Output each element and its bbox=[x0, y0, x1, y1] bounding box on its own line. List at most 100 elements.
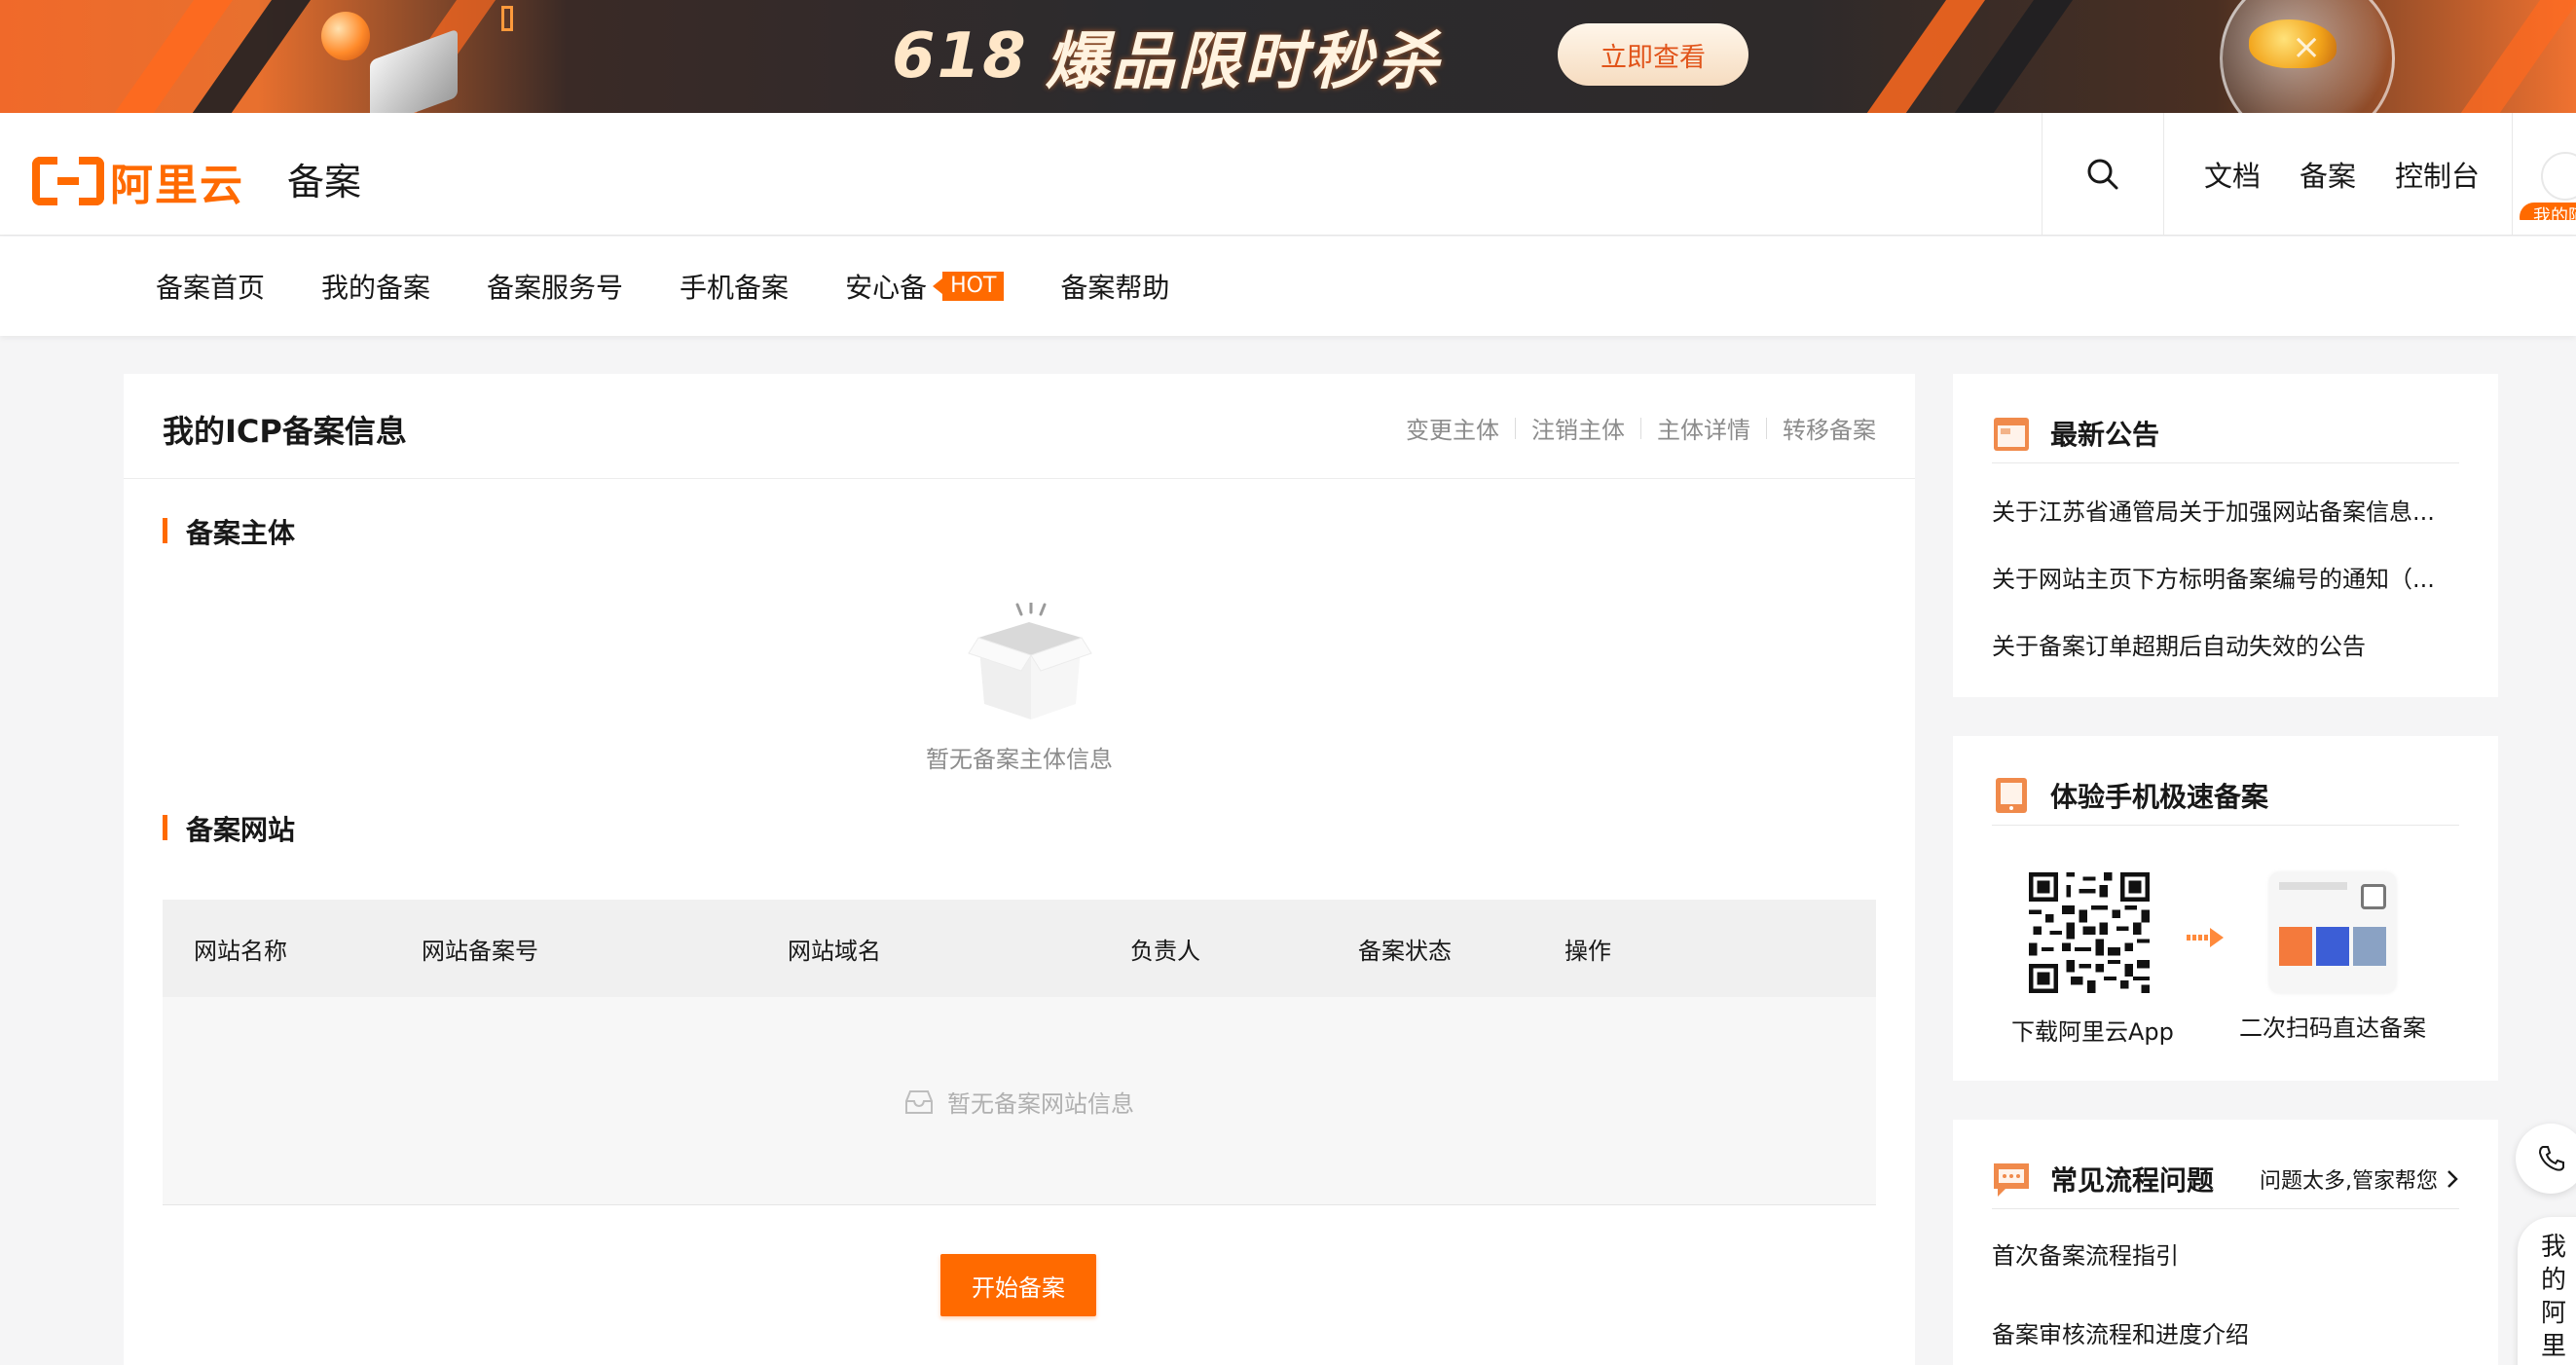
divider bbox=[1640, 417, 1641, 439]
announcement-item[interactable]: 关于江苏省通管局关于加强网站备案信息... bbox=[1992, 493, 2459, 527]
table-body: 暂无备案网站信息 bbox=[163, 997, 1876, 1205]
logo-mark-icon bbox=[32, 157, 104, 205]
promo-cta-button[interactable]: 立即查看 bbox=[1558, 23, 1748, 86]
col-owner: 负责人 bbox=[1130, 937, 1200, 965]
phone-screenshot bbox=[2269, 872, 2396, 993]
help-link[interactable]: 问题太多,管家帮您 bbox=[2260, 1163, 2459, 1195]
announcements-header: 最新公告 bbox=[1992, 403, 2459, 463]
promo-banner[interactable]: 618 爆品限时秒杀 立即查看 × bbox=[0, 0, 2576, 113]
arrow-right-icon bbox=[2187, 928, 2224, 947]
subject-empty-text: 暂无备案主体信息 bbox=[926, 746, 1113, 773]
mobile-beian-title: 体验手机极速备案 bbox=[2050, 780, 2269, 813]
card-title: 我的ICP备案信息 bbox=[163, 413, 407, 450]
table-empty-state: 暂无备案网站信息 bbox=[163, 1085, 1876, 1119]
top-link-console[interactable]: 控制台 bbox=[2395, 154, 2480, 195]
inbox-icon bbox=[905, 1089, 933, 1114]
chat-icon bbox=[1994, 1162, 2029, 1197]
banner-cube-decoration bbox=[370, 28, 458, 113]
phone-card-icon bbox=[1996, 777, 2027, 813]
avatar bbox=[2541, 152, 2576, 201]
col-status: 备案状态 bbox=[1358, 937, 1452, 965]
divider bbox=[1515, 417, 1516, 439]
table-header: 网站名称 网站备案号 网站域名 负责人 备案状态 操作 bbox=[163, 900, 1876, 997]
logo-text: 阿里云 bbox=[110, 161, 244, 210]
search-icon bbox=[2087, 159, 2118, 190]
site-title[interactable]: 备案 bbox=[287, 152, 361, 205]
change-subject-link[interactable]: 变更主体 bbox=[1406, 411, 1499, 445]
top-header: 阿里云 备案 文档 备案 控制台 我的阿 bbox=[0, 113, 2576, 236]
nav-item-label: 手机备案 bbox=[680, 272, 790, 304]
app-download-qr[interactable]: 下载阿里云App bbox=[2011, 872, 2174, 1047]
col-beian-number: 网站备案号 bbox=[422, 937, 538, 965]
banner-close-icon[interactable]: × bbox=[2292, 27, 2321, 67]
faq-item[interactable]: 首次备案流程指引 bbox=[1992, 1236, 2459, 1271]
scan-icon bbox=[2361, 884, 2386, 909]
nav-item-service-number[interactable]: 备案服务号 bbox=[487, 267, 623, 306]
section-title-subject: 备案主体 bbox=[163, 512, 295, 551]
nav-item-label: 我的备案 bbox=[321, 272, 431, 304]
header-divider bbox=[2512, 113, 2513, 236]
sites-table: 网站名称 网站备案号 网站域名 负责人 备案状态 操作 暂无备案网站信息 bbox=[163, 900, 1876, 1205]
announcement-item[interactable]: 关于网站主页下方标明备案编号的通知（... bbox=[1992, 560, 2459, 594]
avatar-badge: 我的阿 bbox=[2520, 203, 2576, 220]
nav-item-home[interactable]: 备案首页 bbox=[156, 267, 265, 306]
faq-card: 常见流程问题 问题太多,管家帮您 首次备案流程指引 备案审核流程和进度介绍 bbox=[1953, 1120, 2498, 1365]
aliyun-logo[interactable]: 阿里云 bbox=[32, 150, 244, 212]
contact-phone-button[interactable] bbox=[2516, 1124, 2576, 1194]
nav-item-label: 安心备 bbox=[845, 272, 928, 304]
card-actions: 变更主体 注销主体 主体详情 转移备案 bbox=[1406, 411, 1876, 445]
banner-ball-decoration bbox=[321, 12, 370, 60]
chevron-right-icon bbox=[2447, 1169, 2458, 1188]
faq-list: 首次备案流程指引 备案审核流程和进度介绍 bbox=[1992, 1236, 2459, 1349]
qr-label: 下载阿里云App bbox=[2011, 1018, 2174, 1046]
card-header: 我的ICP备案信息 变更主体 注销主体 主体详情 转移备案 bbox=[124, 374, 1915, 479]
section-title-sites: 备案网站 bbox=[163, 809, 295, 848]
empty-box-icon bbox=[968, 603, 1092, 719]
subject-detail-link[interactable]: 主体详情 bbox=[1657, 411, 1750, 445]
announcements-title: 最新公告 bbox=[2050, 418, 2160, 451]
phone-label: 二次扫码直达备案 bbox=[2239, 1015, 2426, 1042]
announcements-list: 关于江苏省通管局关于加强网站备案信息... 关于网站主页下方标明备案编号的通知（… bbox=[1992, 493, 2459, 661]
beian-subnav: 备案首页 我的备案 备案服务号 手机备案 安心备 HOT 备案帮助 bbox=[0, 237, 2576, 336]
promo-number: 618 bbox=[892, 20, 1028, 92]
top-link-beian[interactable]: 备案 bbox=[2300, 154, 2356, 195]
announcement-item[interactable]: 关于备案订单超期后自动失效的公告 bbox=[1992, 627, 2459, 661]
phone-icon bbox=[2538, 1146, 2564, 1171]
mobile-beian-card: 体验手机极速备案 下载阿里云App 二次扫码直达备案 bbox=[1953, 736, 2498, 1081]
faq-title: 常见流程问题 bbox=[2050, 1163, 2215, 1197]
nav-item-label: 备案首页 bbox=[156, 272, 266, 304]
top-links: 文档 备案 控制台 bbox=[2204, 113, 2480, 236]
announcements-card: 最新公告 关于江苏省通管局关于加强网站备案信息... 关于网站主页下方标明备案编… bbox=[1953, 374, 2498, 697]
promo-text: 爆品限时秒杀 bbox=[1045, 26, 1443, 98]
cancel-subject-link[interactable]: 注销主体 bbox=[1531, 411, 1625, 445]
promo-headline: 618 爆品限时秒杀 bbox=[892, 14, 1443, 99]
qr-code-icon bbox=[2026, 872, 2153, 993]
col-site-name: 网站名称 bbox=[194, 937, 287, 965]
scan-preview: 二次扫码直达备案 bbox=[2226, 872, 2440, 1043]
nav-item-mobile-beian[interactable]: 手机备案 bbox=[680, 267, 789, 306]
banner-spark-decoration bbox=[501, 6, 513, 31]
faq-item[interactable]: 备案审核流程和进度介绍 bbox=[1992, 1315, 2459, 1349]
mobile-beian-header: 体验手机极速备案 bbox=[1992, 765, 2459, 826]
nav-item-my-beian[interactable]: 我的备案 bbox=[321, 267, 430, 306]
top-link-docs[interactable]: 文档 bbox=[2204, 154, 2261, 195]
banner-stripe bbox=[2416, 0, 2576, 113]
hot-badge: HOT bbox=[933, 272, 1005, 301]
icp-info-card: 我的ICP备案信息 变更主体 注销主体 主体详情 转移备案 备案主体 暂无备案主… bbox=[124, 374, 1915, 1365]
col-actions: 操作 bbox=[1564, 937, 1611, 965]
nav-item-label: 备案帮助 bbox=[1060, 272, 1170, 304]
transfer-beian-link[interactable]: 转移备案 bbox=[1783, 411, 1876, 445]
faq-header: 常见流程问题 问题太多,管家帮您 bbox=[1992, 1149, 2459, 1209]
divider bbox=[1766, 417, 1767, 439]
help-link-label: 问题太多,管家帮您 bbox=[2260, 1168, 2438, 1194]
table-empty-text: 暂无备案网站信息 bbox=[947, 1090, 1134, 1118]
calendar-icon bbox=[1994, 417, 2029, 451]
nav-item-help[interactable]: 备案帮助 bbox=[1060, 267, 1169, 306]
my-aliyun-float[interactable]: 我的阿里 bbox=[2518, 1217, 2576, 1365]
nav-item-label: 备案服务号 bbox=[487, 272, 624, 304]
start-beian-button[interactable]: 开始备案 bbox=[940, 1254, 1096, 1316]
col-domain: 网站域名 bbox=[788, 937, 881, 965]
user-avatar[interactable]: 我的阿 bbox=[2520, 132, 2576, 220]
nav-item-anxinbei[interactable]: 安心备 HOT bbox=[845, 267, 1005, 306]
search-button[interactable] bbox=[2042, 113, 2164, 236]
